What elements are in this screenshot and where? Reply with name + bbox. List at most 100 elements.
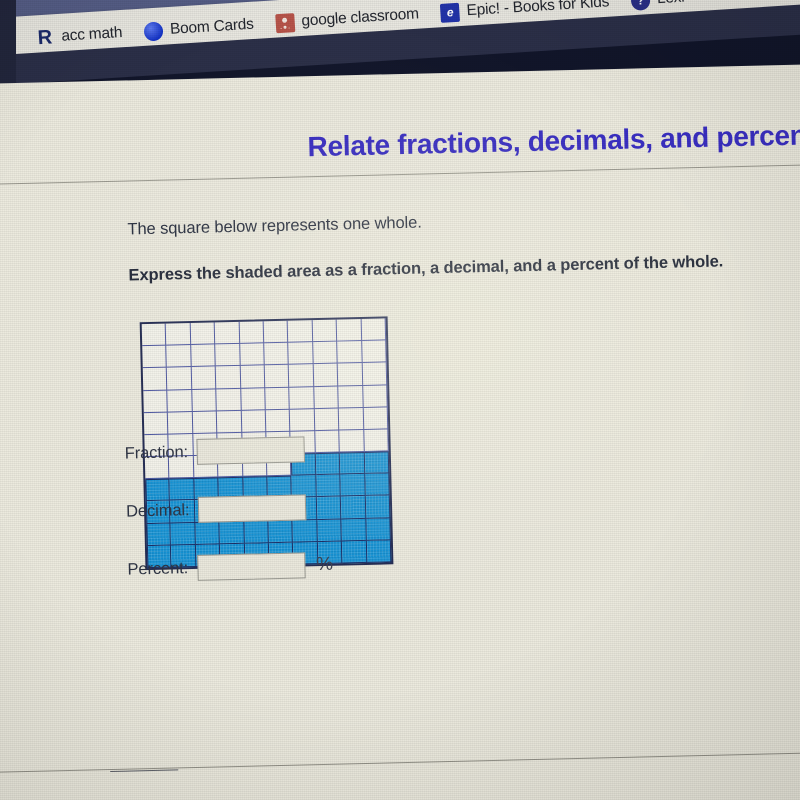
grid-cell-empty [288, 320, 313, 343]
bookmark-label: Boom Cards [169, 15, 255, 38]
grid-cell-shaded [364, 451, 390, 475]
grid-cell-shaded [146, 523, 172, 546]
grid-cell-shaded [316, 474, 342, 498]
grid-cell-empty [363, 429, 389, 453]
answer-label: Decimal: [125, 500, 190, 521]
grid-cell-empty [239, 343, 265, 367]
grid-cell-shaded [316, 496, 342, 520]
acc-math-icon: R [37, 25, 53, 49]
grid-cell-empty [263, 320, 289, 344]
grid-cell-empty [288, 342, 314, 366]
grid-cell-shaded [317, 519, 343, 542]
bookmark-item[interactable]: ? Lexi [619, 0, 695, 11]
grid-cell-empty [167, 389, 193, 413]
grid-cell-shaded [365, 517, 391, 541]
boom-cards-icon [143, 20, 164, 42]
bookmark-label: acc math [60, 23, 123, 45]
bookmark-label: google classroom [300, 5, 420, 30]
grid-cell-empty [264, 365, 290, 388]
grid-cell-empty [361, 340, 387, 364]
grid-cell-shaded [342, 540, 367, 564]
grid-cell-empty [361, 318, 387, 342]
grid-cell-empty [240, 365, 266, 389]
answer-row: Percent:% [127, 552, 333, 583]
grid-cell-empty [214, 321, 240, 345]
grid-cell-empty [289, 364, 315, 388]
grid-cell-empty [192, 388, 217, 412]
bookmark-label: Lexi [656, 0, 685, 8]
grid-cell-empty [265, 387, 291, 410]
bookmark-item[interactable]: Boom Cards [133, 15, 266, 42]
answer-input-percent[interactable] [196, 552, 306, 581]
grid-cell-shaded [195, 522, 221, 545]
grid-cell-empty [143, 412, 169, 436]
grid-cell-empty [168, 411, 194, 435]
grid-cell-shaded [341, 496, 366, 520]
grid-cell-shaded [365, 495, 391, 519]
grid-cell-empty [190, 322, 216, 346]
answer-label: Percent: [127, 558, 189, 579]
answer-label: Fraction: [124, 442, 189, 463]
grid-cell-shaded [170, 522, 196, 546]
grid-cell-empty [166, 323, 192, 346]
screen-left-edge [0, 0, 16, 86]
grid-cell-empty [315, 430, 340, 454]
grid-cell-shaded [243, 520, 269, 544]
bookmark-item[interactable]: Racc math [24, 23, 134, 49]
grid-cell-shaded [268, 520, 294, 544]
grid-cell-empty [143, 390, 169, 413]
title-divider [0, 163, 800, 185]
grid-cell-shaded [341, 518, 367, 542]
grid-cell-empty [239, 321, 265, 345]
answer-row: Decimal: [126, 494, 307, 524]
grid-cell-empty [363, 407, 389, 430]
grid-cell-shaded [364, 473, 390, 497]
grid-cell-empty [264, 342, 290, 366]
grid-cell-empty [215, 366, 241, 389]
grid-cell-empty [216, 410, 242, 434]
grid-cell-empty [141, 323, 167, 347]
google-classroom-icon [274, 12, 296, 33]
grid-cell-empty [191, 344, 216, 368]
grid-cell-empty [241, 409, 267, 433]
grid-cell-empty [312, 341, 338, 365]
grid-cell-shaded [219, 521, 245, 545]
epic-books-icon: e [440, 2, 461, 23]
grid-cell-empty [166, 345, 192, 368]
exercise-page: Relate fractions, decimals, and percen T… [0, 63, 800, 800]
grid-cell-shaded [366, 540, 392, 563]
grid-cell-empty [142, 345, 168, 369]
answer-row: Fraction: [124, 436, 306, 466]
grid-cell-shaded [315, 452, 341, 476]
grid-cell-empty [314, 386, 339, 409]
grid-cell-empty [167, 367, 193, 391]
answer-input-fraction[interactable] [196, 436, 306, 465]
grid-cell-shaded [339, 452, 365, 475]
grid-cell-empty [339, 429, 365, 453]
prompt-line-2: Express the shaded area as a fraction, a… [128, 252, 724, 285]
answer-input-decimal[interactable] [198, 494, 307, 523]
grid-cell-empty [337, 363, 363, 387]
grid-cell-empty [362, 384, 388, 408]
grid-cell-shaded [340, 474, 366, 497]
grid-cell-empty [240, 387, 266, 411]
lexia-icon: ? [630, 0, 651, 11]
percent-sign: % [315, 553, 334, 576]
grid-cell-empty [192, 411, 218, 434]
grid-cell-empty [336, 318, 362, 342]
grid-cell-empty [290, 408, 316, 432]
grid-cell-empty [289, 386, 315, 410]
photo-of-screen: 9926792995378 6068/assignments/teacher/k… [0, 0, 800, 800]
grid-cell-empty [142, 367, 168, 391]
page-title: Relate fractions, decimals, and percen [307, 119, 800, 163]
grid-cell-empty [362, 362, 388, 386]
grid-cell-empty [313, 363, 339, 387]
grid-cell-empty [312, 319, 338, 343]
prompt-line-1: The square below represents one whole. [127, 213, 422, 239]
grid-cell-shaded [292, 519, 318, 543]
grid-cell-empty [337, 341, 363, 364]
grid-cell-empty [338, 407, 364, 431]
percent-label-underline [110, 769, 179, 773]
grid-cell-empty [215, 344, 241, 367]
grid-cell-empty [191, 366, 217, 390]
